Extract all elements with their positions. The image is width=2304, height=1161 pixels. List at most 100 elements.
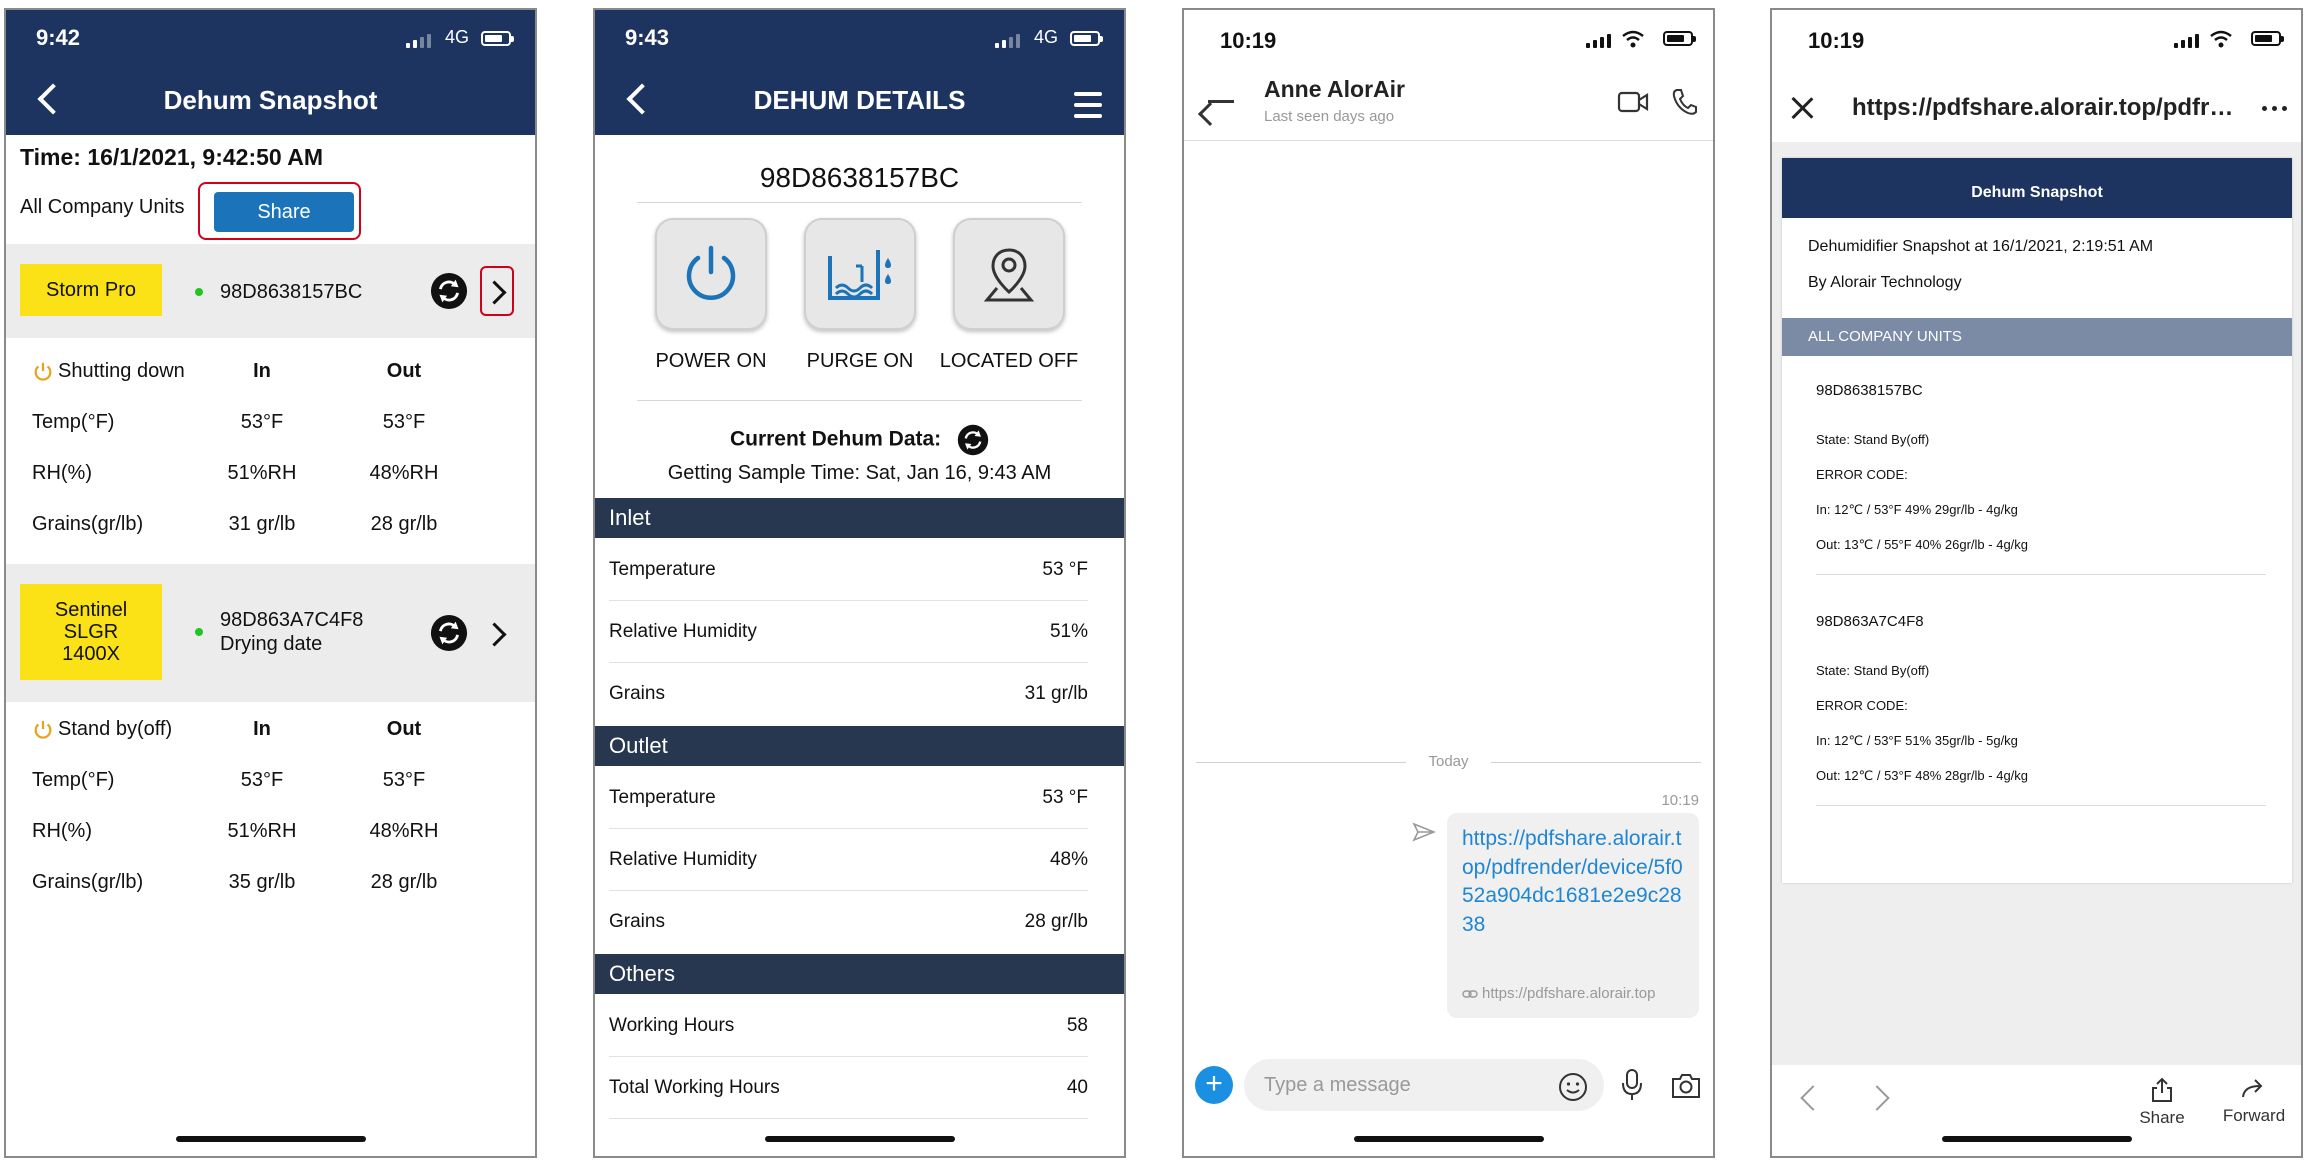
link-preview: https://pdfshare.alorair.top <box>1462 985 1655 1002</box>
more-options-icon[interactable] <box>2262 106 2287 111</box>
page-title: DEHUM DETAILS <box>753 85 966 115</box>
forward-nav-icon[interactable] <box>1864 1085 1890 1111</box>
section-outlet: Outlet <box>595 726 1124 766</box>
purge-icon <box>828 250 891 300</box>
pdf-page: Dehum Snapshot Dehumidifier Snapshot at … <box>1782 158 2292 883</box>
unit-id: 98D8638157BC <box>220 281 363 303</box>
power-label: POWER ON <box>655 350 767 372</box>
phone-call-icon[interactable] <box>1671 88 1697 116</box>
sync-icon[interactable] <box>430 614 468 652</box>
location-button[interactable] <box>953 218 1065 330</box>
purge-label: PURGE ON <box>806 350 914 372</box>
unit-model-badge: Sentinel SLGR 1400X <box>20 584 162 680</box>
emoji-icon[interactable] <box>1558 1072 1588 1102</box>
bottom-toolbar: Share Forward <box>1772 1065 2301 1156</box>
phone-chat: 10:19 Anne AlorAir Last seen days ago To… <box>1182 8 1715 1158</box>
pdf-viewer[interactable]: Dehum Snapshot Dehumidifier Snapshot at … <box>1772 142 2301 1067</box>
signal-icon <box>2174 34 2199 48</box>
last-seen: Last seen days ago <box>1264 108 1395 125</box>
current-data-label: Current Dehum Data: <box>595 424 1124 456</box>
microphone-icon[interactable] <box>1620 1068 1644 1102</box>
unit-model-badge: Storm Pro <box>20 264 162 316</box>
contact-name[interactable]: Anne AlorAir <box>1264 76 1405 103</box>
url-title[interactable]: https://pdfshare.alorair.top/pdfrender/d… <box>1852 94 2242 122</box>
home-indicator[interactable] <box>1941 1136 2132 1142</box>
online-dot <box>195 628 203 636</box>
menu-icon[interactable] <box>1074 92 1102 125</box>
home-indicator[interactable] <box>764 1136 955 1142</box>
sync-icon[interactable] <box>957 424 989 456</box>
power-icon <box>34 362 52 381</box>
signal-icon <box>995 34 1020 48</box>
table-row: Temp(°F) 53°F 53°F <box>32 769 426 791</box>
home-indicator[interactable] <box>1353 1136 1544 1142</box>
status-time: 10:19 <box>1808 28 1865 53</box>
message-bubble[interactable]: https://pdfshare.alorair.top/pdfrender/d… <box>1447 813 1699 1018</box>
wifi-icon <box>1622 30 1644 48</box>
col-in: In <box>253 718 271 740</box>
message-link[interactable]: https://pdfshare.alorair.top/pdfrender/d… <box>1462 825 1687 939</box>
pdf-unit-state: State: Stand By(off) <box>1816 432 1930 447</box>
unit-row[interactable]: Storm Pro 98D8638157BC <box>6 244 535 338</box>
pdf-header: Dehum Snapshot <box>1782 158 2292 218</box>
power-icon <box>34 720 52 739</box>
battery-icon <box>1070 31 1103 46</box>
section-inlet: Inlet <box>595 498 1124 538</box>
purge-button[interactable] <box>804 218 916 330</box>
phone-pdf-viewer: 10:19 https://pdfshare.alorair.top/pdfre… <box>1770 8 2303 1158</box>
data-row: Grains 28 gr/lb <box>609 911 1088 932</box>
back-nav-icon[interactable] <box>1800 1085 1826 1111</box>
unit-state: Stand by(off) <box>58 718 173 740</box>
section-others: Others <box>595 954 1124 994</box>
pdf-in: In: 12℃ / 53°F 51% 35gr/lb - 5g/kg <box>1816 733 2018 748</box>
camera-icon[interactable] <box>1670 1072 1702 1100</box>
wifi-icon <box>2210 30 2232 48</box>
home-indicator[interactable] <box>175 1136 366 1142</box>
forward-button[interactable]: Forward <box>2204 1077 2301 1126</box>
sync-icon[interactable] <box>430 272 468 310</box>
table-row: RH(%) 51%RH 48%RH <box>32 462 439 484</box>
network-label: 4G <box>1033 27 1058 47</box>
sent-icon <box>1412 822 1436 842</box>
message-input[interactable] <box>1244 1059 1604 1111</box>
date-separator: Today <box>1428 753 1469 770</box>
pdf-by: By Alorair Technology <box>1808 274 1962 291</box>
data-row: Temperature 53 °F <box>609 766 1088 829</box>
share-button[interactable]: Share <box>214 192 354 232</box>
power-button[interactable] <box>655 218 767 330</box>
add-attachment-button[interactable]: + <box>1195 1066 1233 1104</box>
pdf-unit-state: State: Stand By(off) <box>1816 663 1930 678</box>
close-icon[interactable] <box>1790 96 1814 120</box>
status-bar: 9:42 4G <box>6 10 535 68</box>
battery-icon <box>481 31 514 46</box>
col-out: Out <box>386 360 422 382</box>
pdf-out: Out: 13℃ / 55°F 40% 26gr/lb - 4g/kg <box>1816 537 2029 552</box>
divider <box>1184 140 1713 141</box>
back-arrow-icon[interactable] <box>1208 100 1234 103</box>
status-bar: 9:43 4G <box>595 10 1124 68</box>
divider <box>1816 805 2266 806</box>
table-row: Temp(°F) 53°F 53°F <box>32 411 426 433</box>
share-icon <box>2152 1077 2172 1102</box>
pdf-error-code: ERROR CODE: <box>1816 467 1908 482</box>
share-button[interactable]: Share <box>2122 1077 2202 1128</box>
network-label: 4G <box>444 27 469 47</box>
chevron-right-icon[interactable] <box>482 622 507 647</box>
pdf-unit-id: 98D8638157BC <box>1816 382 1923 399</box>
video-call-icon[interactable] <box>1617 90 1649 114</box>
link-icon <box>1462 990 1478 998</box>
pdf-subtitle: Dehumidifier Snapshot at 16/1/2021, 2:19… <box>1808 238 2154 255</box>
data-row: Working Hours 58 <box>609 994 1088 1057</box>
power-icon <box>686 245 736 300</box>
data-row: Relative Humidity 48% <box>609 828 1088 891</box>
forward-icon <box>2242 1079 2263 1098</box>
unit-row[interactable]: Sentinel SLGR 1400X 98D863A7C4F8 Drying da… <box>6 564 535 702</box>
battery-icon <box>2251 31 2284 46</box>
all-company-units-label: All Company Units <box>20 196 185 218</box>
status-time: 9:42 <box>36 25 81 50</box>
message-time: 10:19 <box>1661 792 1699 809</box>
signal-icon <box>1586 34 1611 48</box>
located-label: LOCATED OFF <box>939 350 1079 372</box>
pdf-error-code: ERROR CODE: <box>1816 698 1908 713</box>
status-bar: 10:19 <box>1772 10 2301 68</box>
